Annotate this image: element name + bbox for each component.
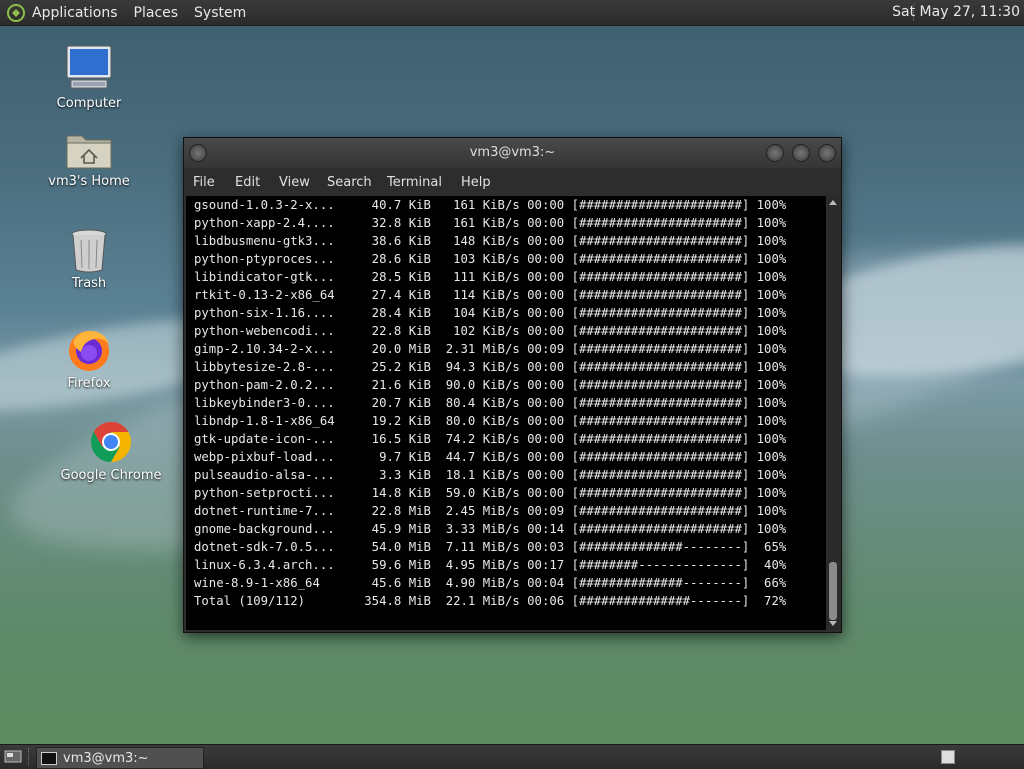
- menu-help[interactable]: Help: [461, 175, 491, 190]
- mate-logo-icon[interactable]: [6, 3, 26, 23]
- terminal-line: dotnet-runtime-7... 22.8 MiB 2.45 MiB/s …: [194, 504, 787, 518]
- terminal-line: dotnet-sdk-7.0.5... 54.0 MiB 7.11 MiB/s …: [194, 540, 787, 554]
- terminal-line: python-pam-2.0.2... 21.6 KiB 90.0 KiB/s …: [194, 378, 787, 392]
- desktop-icon-label: Trash: [71, 276, 107, 291]
- menu-terminal[interactable]: Terminal: [387, 175, 442, 190]
- terminal-line: wine-8.9-1-x86_64 45.6 MiB 4.90 MiB/s 00…: [194, 576, 787, 590]
- places-menu[interactable]: Places: [134, 5, 179, 21]
- taskbar-item-label: vm3@vm3:~: [63, 750, 149, 766]
- home-folder-icon: [66, 135, 112, 169]
- top-panel: Applications Places System Sat May 27, 1…: [0, 0, 1024, 26]
- terminal-line: libindicator-gtk... 28.5 KiB 111 KiB/s 0…: [194, 270, 787, 284]
- applications-menu[interactable]: Applications: [32, 5, 118, 21]
- terminal-line: Total (109/112) 354.8 MiB 22.1 MiB/s 00:…: [194, 594, 787, 608]
- firefox-icon: [69, 330, 109, 371]
- menu-file[interactable]: File: [193, 175, 215, 190]
- desktop-icon-label: Firefox: [67, 376, 111, 391]
- terminal-icon: [41, 751, 57, 765]
- terminal-line: libdbusmenu-gtk3... 38.6 KiB 148 KiB/s 0…: [194, 234, 787, 248]
- desktop-icon-label: vm3's Home: [48, 174, 130, 189]
- terminal-line: libndp-1.8-1-x86_64 19.2 KiB 80.0 KiB/s …: [194, 414, 787, 428]
- clock[interactable]: Sat May 27, 11:30: [892, 4, 1020, 20]
- terminal-scrollbar[interactable]: [827, 196, 839, 630]
- desktop-icon-home[interactable]: vm3's Home: [34, 128, 144, 189]
- system-menu[interactable]: System: [194, 5, 246, 21]
- show-desktop-icon[interactable]: [4, 749, 22, 763]
- terminal-line: python-ptyproces... 28.6 KiB 103 KiB/s 0…: [194, 252, 787, 266]
- terminal-line: gimp-2.10.34-2-x... 20.0 MiB 2.31 MiB/s …: [194, 342, 787, 356]
- minimize-button[interactable]: [766, 144, 784, 162]
- desktop-icon-firefox[interactable]: Firefox: [34, 326, 144, 391]
- scroll-down-arrow-icon[interactable]: [829, 621, 837, 626]
- terminal-line: gtk-update-icon-... 16.5 KiB 74.2 KiB/s …: [194, 432, 787, 446]
- terminal-line: python-xapp-2.4.... 32.8 KiB 161 KiB/s 0…: [194, 216, 787, 230]
- computer-icon: [66, 45, 112, 89]
- chrome-icon: [91, 422, 131, 462]
- desktop-icon-label: Google Chrome: [60, 468, 162, 483]
- terminal-line: libkeybinder3-0.... 20.7 KiB 80.4 KiB/s …: [194, 396, 787, 410]
- terminal-line: python-setprocti... 14.8 KiB 59.0 KiB/s …: [194, 486, 787, 500]
- terminal-line: pulseaudio-alsa-... 3.3 KiB 18.1 KiB/s 0…: [194, 468, 787, 482]
- window-title: vm3@vm3:~: [469, 145, 556, 160]
- terminal-menubar: File Edit View Search Terminal Help: [184, 172, 841, 194]
- terminal-line: gsound-1.0.3-2-x... 40.7 KiB 161 KiB/s 0…: [194, 198, 787, 212]
- terminal-line: linux-6.3.4.arch... 59.6 MiB 4.95 MiB/s …: [194, 558, 787, 572]
- menu-edit[interactable]: Edit: [235, 175, 260, 190]
- terminal-line: libbytesize-2.8-... 25.2 KiB 94.3 KiB/s …: [194, 360, 787, 374]
- bottom-panel: vm3@vm3:~: [0, 744, 1024, 769]
- terminal-line: webp-pixbuf-load... 9.7 KiB 44.7 KiB/s 0…: [194, 450, 787, 464]
- taskbar-item-terminal[interactable]: vm3@vm3:~: [36, 747, 204, 769]
- close-button[interactable]: [818, 144, 836, 162]
- terminal-line: rtkit-0.13-2-x86_64 27.4 KiB 114 KiB/s 0…: [194, 288, 787, 302]
- desktop-icon-chrome[interactable]: Google Chrome: [56, 418, 166, 483]
- scrollbar-thumb[interactable]: [829, 562, 837, 620]
- scroll-up-arrow-icon[interactable]: [829, 200, 837, 205]
- menu-search[interactable]: Search: [327, 175, 372, 190]
- trash-icon: [71, 229, 107, 273]
- terminal-line: python-six-1.16.... 28.4 KiB 104 KiB/s 0…: [194, 306, 787, 320]
- menu-view[interactable]: View: [279, 175, 310, 190]
- terminal-line: python-webencodi... 22.8 KiB 102 KiB/s 0…: [194, 324, 787, 338]
- desktop-icon-trash[interactable]: Trash: [34, 228, 144, 291]
- window-titlebar[interactable]: vm3@vm3:~: [184, 138, 841, 168]
- terminal-output[interactable]: gsound-1.0.3-2-x... 40.7 KiB 161 KiB/s 0…: [186, 196, 826, 630]
- desktop-icon-computer[interactable]: Computer: [34, 44, 144, 111]
- terminal-line: gnome-background... 45.9 MiB 3.33 MiB/s …: [194, 522, 787, 536]
- desktop-icon-label: Computer: [56, 96, 122, 111]
- maximize-button[interactable]: [792, 144, 810, 162]
- terminal-window: vm3@vm3:~ File Edit View Search Terminal…: [183, 137, 842, 633]
- panel-separator: [28, 748, 29, 766]
- workspace-switcher[interactable]: [941, 750, 955, 764]
